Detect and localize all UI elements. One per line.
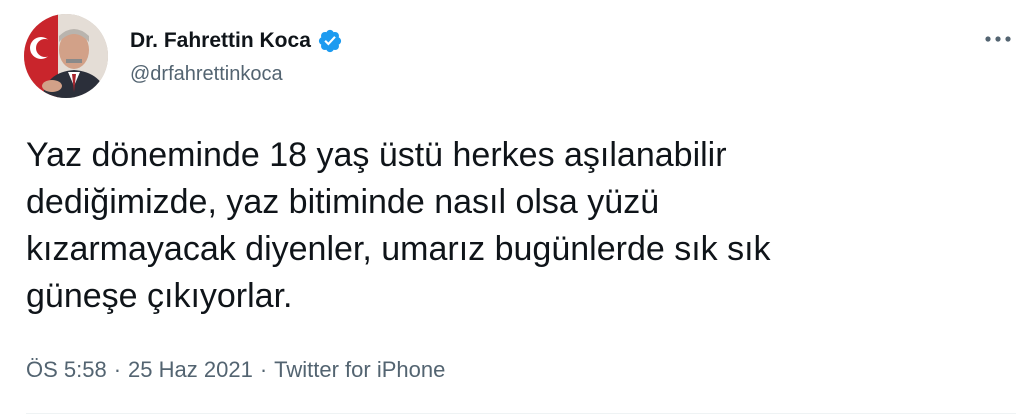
author-handle[interactable]: @drfahrettinkoca	[130, 63, 283, 86]
tweet-metadata: ÖS 5:58 · 25 Haz 2021 · Twitter for iPho…	[26, 357, 445, 383]
more-options-button[interactable]	[978, 26, 1018, 52]
author-display-name[interactable]: Dr. Fahrettin Koca	[130, 29, 311, 53]
tweet-date[interactable]: 25 Haz 2021	[128, 357, 253, 383]
author-name-row: Dr. Fahrettin Koca	[130, 26, 343, 56]
divider	[26, 413, 1016, 414]
tweet-time[interactable]: ÖS 5:58	[26, 357, 107, 383]
verified-badge-icon	[317, 28, 343, 54]
avatar-image	[24, 14, 108, 98]
meta-separator: ·	[259, 357, 268, 382]
tweet-source[interactable]: Twitter for iPhone	[274, 357, 445, 383]
meta-separator: ·	[113, 357, 122, 382]
tweet: Dr. Fahrettin Koca @drfahrettinkoca Yaz …	[0, 0, 1030, 417]
more-options-icon	[985, 36, 1011, 42]
tweet-text: Yaz döneminde 18 yaş üstü herkes aşılana…	[26, 136, 771, 315]
avatar[interactable]	[24, 14, 108, 98]
